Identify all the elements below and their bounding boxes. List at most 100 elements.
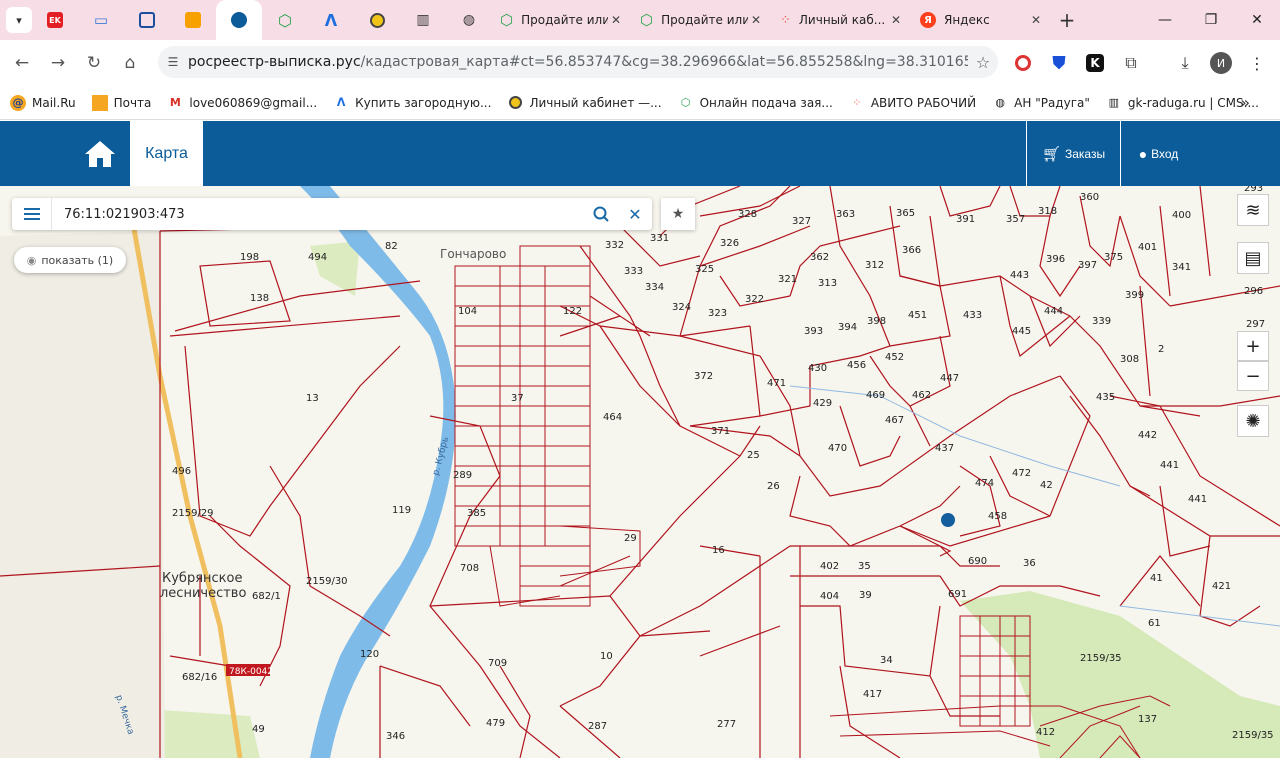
search-icon[interactable] <box>584 198 618 230</box>
parcel-label: 341 <box>1172 262 1191 273</box>
parcel-label: 331 <box>650 233 669 244</box>
pinned-tab-mail[interactable] <box>124 0 170 40</box>
pinned-tab-yellow[interactable] <box>354 0 400 40</box>
parcel-label: 682/16 <box>182 672 217 683</box>
url-text[interactable]: росреестр-выписка.рус/кадастровая_карта#… <box>188 54 968 70</box>
cart-icon: 🛒︎ <box>1041 145 1061 163</box>
parcel-label: 442 <box>1138 430 1157 441</box>
k-extension-icon[interactable]: K <box>1080 48 1110 78</box>
parcel-label: 421 <box>1212 581 1231 592</box>
bookmark-star-icon[interactable]: ☆ <box>968 53 998 72</box>
close-icon[interactable]: ✕ <box>748 13 764 27</box>
building-icon: ▥ <box>416 12 430 28</box>
minimize-button[interactable]: — <box>1142 0 1188 40</box>
pinned-tab-active-site[interactable] <box>216 0 262 40</box>
road-label: 78К-0042 <box>229 667 273 677</box>
tab-yandex[interactable]: Я Яндекс ✕ <box>912 0 1052 40</box>
close-window-button[interactable]: ✕ <box>1234 0 1280 40</box>
parcel-label: 322 <box>745 294 764 305</box>
login-button[interactable]: ● Вход <box>1120 121 1196 186</box>
tab-search-button[interactable]: ▾ <box>6 7 32 33</box>
parcel-label: 360 <box>1080 192 1099 203</box>
bookmark-raduga[interactable]: ◍ АН "Радуга" <box>992 95 1090 111</box>
back-button[interactable]: ← <box>4 45 40 81</box>
shield-icon[interactable]: ⛊ <box>1044 48 1074 78</box>
orders-button[interactable]: 🛒︎ Заказы <box>1026 121 1120 186</box>
bookmark-pochta[interactable]: Почта <box>91 94 151 111</box>
parcel-label: 690 <box>968 556 987 567</box>
parcel-label: 328 <box>738 209 757 220</box>
forward-button[interactable]: → <box>40 45 76 81</box>
zoom-out-button[interactable]: − <box>1237 361 1269 391</box>
ruler-icon[interactable]: ▤ <box>1237 242 1269 274</box>
zoom-in-button[interactable]: + <box>1237 331 1269 361</box>
close-icon[interactable]: ✕ <box>888 13 904 27</box>
parcel-label: 399 <box>1125 290 1144 301</box>
show-results-button[interactable]: ◉ показать (1) <box>14 247 126 273</box>
hamburger-menu-icon[interactable] <box>12 198 52 230</box>
bookmark-gmail[interactable]: Mlove060869@gmail... <box>167 95 317 111</box>
parcel-label: 287 <box>588 721 607 732</box>
puzzle-icon[interactable]: ⧉ <box>1116 48 1146 78</box>
bookmark-avito[interactable]: ᐱ Купить загородную... <box>333 95 492 111</box>
globe-icon: ◍ <box>462 12 476 28</box>
parcel-label: 471 <box>767 378 786 389</box>
home-button[interactable]: ⌂ <box>112 45 148 81</box>
parcel-label: 25 <box>747 450 760 461</box>
layers-icon[interactable]: ≋ <box>1237 194 1269 226</box>
extension-red-icon[interactable] <box>1008 48 1038 78</box>
reload-button[interactable]: ↻ <box>76 45 112 81</box>
parcel-label: 394 <box>838 322 857 333</box>
parcel-label: 321 <box>778 274 797 285</box>
bookmark-gk-raduga[interactable]: ▥ gk-raduga.ru | CMS.... <box>1106 95 1259 111</box>
pinned-tab-avito[interactable]: ᐱ <box>308 0 354 40</box>
parcel-label: 82 <box>385 241 398 252</box>
bookmark-onlayn[interactable]: ⬡ Онлайн подача зая... <box>678 95 833 111</box>
pinned-tab-building[interactable]: ▥ <box>400 0 446 40</box>
url-bar[interactable]: ☰ росреестр-выписка.рус/кадастровая_карт… <box>158 46 998 78</box>
home-icon[interactable] <box>70 121 130 186</box>
mailru-icon: @ <box>10 94 26 111</box>
selected-parcel-marker[interactable] <box>941 513 955 527</box>
bookmark-lichny[interactable]: Личный кабинет —... <box>507 95 662 111</box>
url-host: росреестр-выписка.рус <box>188 54 361 70</box>
tab-prodayte-1[interactable]: ⬡ Продайте или ... ✕ <box>492 0 632 40</box>
parcel-label: 402 <box>820 561 839 572</box>
pinned-tab-globe[interactable]: ◍ <box>446 0 492 40</box>
close-icon[interactable]: ✕ <box>618 198 652 230</box>
close-icon[interactable]: ✕ <box>1028 13 1044 27</box>
parcel-label: 138 <box>250 293 269 304</box>
bookmark-avito-rab[interactable]: ⁘ АВИТО РАБОЧИЙ <box>849 95 976 111</box>
site-info-icon[interactable]: ☰ <box>158 55 188 69</box>
tab-lichny[interactable]: ⁘ Личный каб... ✕ <box>772 0 912 40</box>
parcel-label: 417 <box>863 689 882 700</box>
parcel-label: 296 <box>1244 286 1263 297</box>
parcel-label: 324 <box>672 302 691 313</box>
parcel-label: 39 <box>859 590 872 601</box>
pinned-tab-house1[interactable]: ⬡ <box>262 0 308 40</box>
kebab-menu-icon[interactable]: ⋮ <box>1242 48 1272 78</box>
parcel-label: 467 <box>885 415 904 426</box>
tab-map[interactable]: Карта <box>130 121 203 186</box>
favorites-star-button[interactable]: ★ <box>661 198 695 230</box>
parcel-label: 365 <box>896 208 915 219</box>
green-house-icon: ⬡ <box>680 96 691 109</box>
pinned-tab-monitor[interactable]: ▭ <box>78 0 124 40</box>
parcel-label: 327 <box>792 216 811 227</box>
browser-tab-bar: ▾ EK ▭ ⬡ ᐱ ▥ ◍ ⬡ Продайте или ... ✕ ⬡ Пр… <box>0 0 1280 40</box>
restore-button[interactable]: ❐ <box>1188 0 1234 40</box>
close-icon[interactable]: ✕ <box>608 13 624 27</box>
parcel-label: 122 <box>563 306 582 317</box>
new-tab-button[interactable]: + <box>1052 8 1082 32</box>
chevron-right-icon[interactable]: » <box>1240 93 1250 112</box>
download-icon[interactable]: ⤓ <box>1170 48 1200 78</box>
bookmark-mailru[interactable]: @ Mail.Ru <box>10 94 76 111</box>
tab-prodayte-2[interactable]: ⬡ Продайте или ... ✕ <box>632 0 772 40</box>
avatar[interactable]: И <box>1206 48 1236 78</box>
cadastral-map[interactable]: 494 198 138 82 332 331 328 327 363 365 3… <box>0 186 1280 758</box>
parcel-label: 325 <box>695 264 714 275</box>
cadastral-number-input[interactable] <box>64 206 584 222</box>
locate-spinner-icon[interactable]: ✺ <box>1237 405 1269 437</box>
pinned-tab-ek[interactable]: EK <box>32 0 78 40</box>
pinned-tab-yandex-mail[interactable] <box>170 0 216 40</box>
